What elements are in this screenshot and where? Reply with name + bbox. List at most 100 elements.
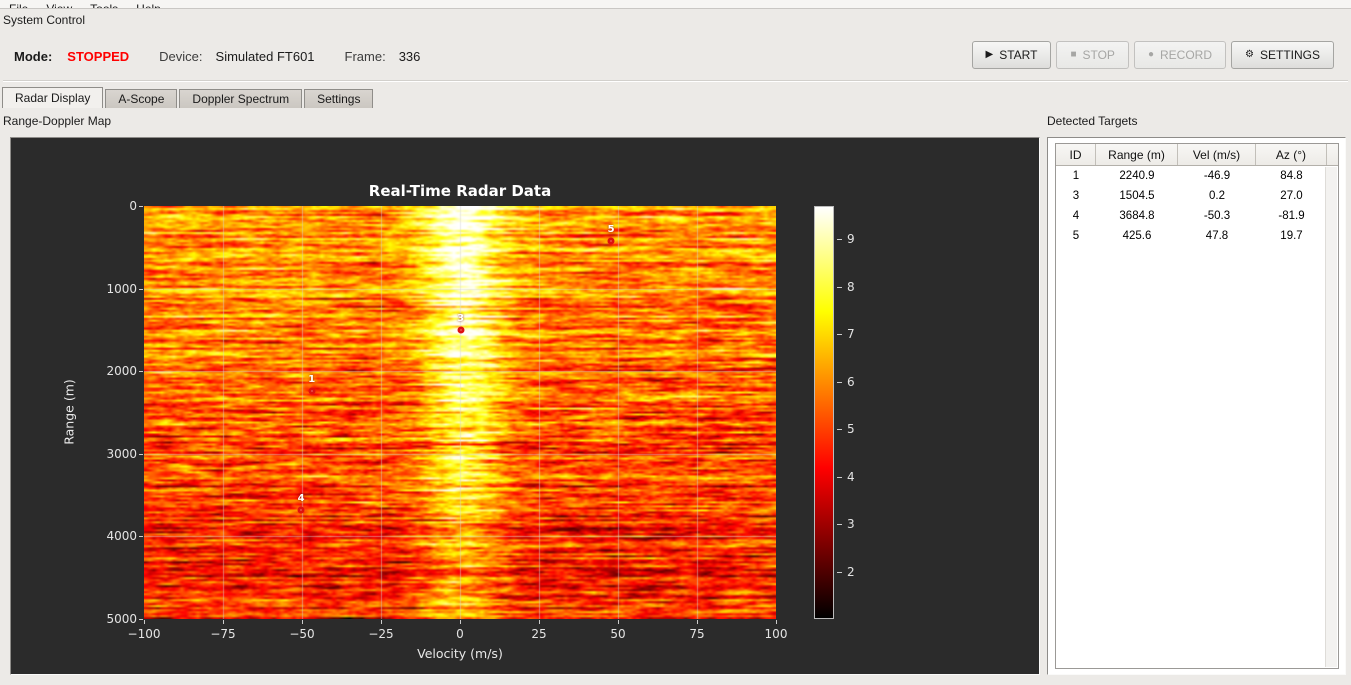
y-tick-label: 5000 [106, 612, 137, 626]
x-axis-label: Velocity (m/s) [417, 646, 503, 661]
tab-radar-display[interactable]: Radar Display [2, 87, 104, 108]
plot-title: Real-Time Radar Data [368, 182, 552, 200]
start-button[interactable]: ▶ START [971, 41, 1052, 69]
settings-button[interactable]: ⚙ SETTINGS [1231, 41, 1334, 69]
cell: 5 [1072, 230, 1080, 242]
x-tick-label: −50 [289, 627, 315, 641]
table-row[interactable]: 4 3684.8 -50.3 -81.9 [1056, 206, 1338, 226]
system-control-title: System Control [3, 13, 86, 27]
cell: 1 [1072, 170, 1080, 182]
y-axis-label: Range (m) [61, 379, 77, 445]
record-button: ● RECORD [1133, 41, 1227, 69]
colorbar-tickmark [837, 571, 842, 573]
start-button-label: START [999, 48, 1038, 62]
target-marker-1[interactable] [308, 387, 316, 395]
cell: -50.3 [1203, 210, 1231, 222]
cell: -46.9 [1203, 170, 1231, 182]
y-tickmark [139, 619, 143, 620]
y-tick-label: 4000 [106, 529, 137, 544]
colorbar-tick-label: 9 [847, 232, 855, 247]
tab-settings[interactable]: Settings [304, 89, 374, 108]
colorbar-tick-label: 7 [847, 327, 855, 342]
colorbar-tick-label: 3 [847, 517, 855, 532]
x-tickmark [144, 620, 145, 624]
target-marker-label: 1 [308, 374, 316, 386]
y-tick-label: 2000 [106, 364, 137, 379]
stop-button: ■ STOP [1056, 41, 1129, 69]
cell: 27.0 [1280, 190, 1303, 202]
x-tickmark [460, 620, 461, 624]
menu-item-help[interactable]: Help [127, 2, 170, 8]
range-doppler-heatmap[interactable] [144, 206, 776, 619]
colorbar-tickmark [837, 524, 842, 526]
y-tick-label: 3000 [106, 446, 137, 461]
colorbar-tick-label: 8 [847, 279, 855, 294]
range-doppler-plot-panel: Real-Time Radar Data 1 3 4 5 Velocity (m/s)… [10, 137, 1040, 675]
detected-targets-panel: ID Range (m) Vel (m/s) Az (°) 1 2240.9 -46.9 8… [1047, 137, 1346, 675]
target-marker-4[interactable] [297, 506, 305, 514]
target-marker-label: 5 [607, 224, 615, 236]
y-tickmark [139, 288, 143, 290]
y-tickmark [139, 536, 143, 538]
x-tick-label: 25 [531, 627, 547, 641]
cell: -81.9 [1278, 210, 1305, 222]
column-header-1[interactable]: Range (m) [1096, 144, 1178, 165]
window-footer [0, 675, 1351, 685]
x-tickmark [697, 620, 698, 624]
heatmap-axes[interactable]: 1 3 4 5 [144, 206, 776, 619]
settings-button-label: SETTINGS [1259, 48, 1320, 62]
colorbar [814, 206, 834, 619]
colorbar-tick-label: 5 [847, 422, 855, 437]
x-tick-label: 50 [610, 627, 626, 641]
colorbar-tickmark [837, 286, 842, 288]
colorbar-tick-label: 6 [847, 374, 855, 389]
stop-button-label: STOP [1082, 48, 1115, 62]
menu-item-tools[interactable]: Tools [81, 2, 127, 8]
column-header-2[interactable]: Vel (m/s) [1178, 144, 1256, 165]
frame-label: Frame: [344, 48, 386, 64]
x-tickmark [618, 620, 619, 624]
cell: 4 [1072, 210, 1080, 222]
menu-item-view[interactable]: View [37, 2, 81, 8]
y-tick-label: 1000 [106, 281, 137, 296]
table-row[interactable]: 5 425.6 47.8 19.7 [1056, 226, 1338, 246]
tab-doppler-spectrum[interactable]: Doppler Spectrum [179, 89, 303, 108]
colorbar-tickmark [837, 334, 842, 336]
table-row[interactable]: 1 2240.9 -46.9 84.8 [1056, 166, 1338, 186]
x-tickmark [302, 620, 303, 624]
x-tick-label: −100 [127, 627, 161, 641]
colorbar-tickmark [837, 429, 842, 431]
mode-value: STOPPED [67, 48, 130, 64]
target-marker-label: 3 [457, 313, 465, 325]
column-header-3[interactable]: Az (°) [1256, 144, 1327, 165]
table-row[interactable]: 3 1504.5 0.2 27.0 [1056, 186, 1338, 206]
target-marker-label: 4 [297, 493, 305, 505]
column-header-0[interactable]: ID [1056, 144, 1096, 165]
x-tick-label: −75 [210, 627, 236, 641]
x-tick-label: 0 [456, 627, 464, 641]
system-control-group: Mode: STOPPED Device: Simulated FT601 Fr… [3, 30, 1348, 81]
cell: 84.8 [1280, 170, 1303, 182]
menu-item-file[interactable]: File [0, 2, 37, 8]
x-tickmark [381, 620, 382, 624]
targets-table-scrollbar[interactable] [1325, 167, 1337, 667]
cell: 47.8 [1205, 230, 1229, 242]
menu-bar: File View Tools Help [0, 0, 1351, 9]
y-tickmark [139, 206, 143, 207]
targets-table[interactable]: ID Range (m) Vel (m/s) Az (°) 1 2240.9 -46.9 8… [1055, 143, 1339, 669]
x-tickmark [539, 620, 540, 624]
cell: 1504.5 [1119, 190, 1155, 202]
target-marker-3[interactable] [457, 326, 465, 334]
colorbar-tickmark [837, 239, 842, 241]
detected-targets-title: Detected Targets [1047, 114, 1138, 128]
x-tickmark [776, 620, 777, 624]
colorbar-tick-label: 4 [847, 469, 855, 484]
device-label: Device: [159, 48, 203, 64]
range-doppler-map-title: Range-Doppler Map [3, 114, 112, 128]
column-header-filler [1327, 144, 1338, 165]
gear-icon: ⚙ [1245, 49, 1254, 60]
record-button-label: RECORD [1160, 48, 1213, 62]
colorbar-tickmark [837, 476, 842, 478]
target-marker-5[interactable] [607, 237, 615, 245]
tab-a-scope[interactable]: A-Scope [105, 89, 178, 108]
